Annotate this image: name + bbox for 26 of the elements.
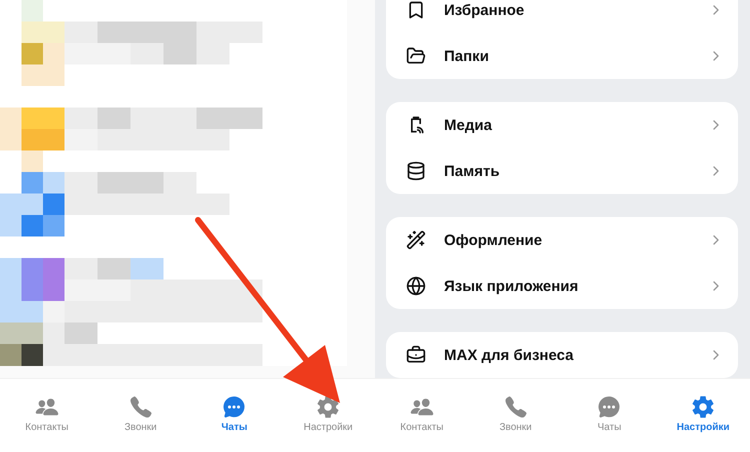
settings-item[interactable]: Медиа (444, 116, 690, 134)
tab[interactable]: Настройки (656, 395, 750, 433)
tab[interactable]: Чаты (188, 395, 282, 433)
tab[interactable]: Контакты (0, 395, 94, 433)
settings-item[interactable]: Язык приложения (444, 278, 690, 294)
globe-icon (406, 276, 426, 296)
tab[interactable]: Настройки (281, 395, 375, 433)
settings-item[interactable]: Память (444, 162, 690, 180)
phone-icon (504, 395, 528, 419)
tab[interactable]: Контакты (375, 395, 469, 433)
phone-icon (128, 395, 153, 419)
tab[interactable]: Чаты (562, 395, 656, 433)
settings-item[interactable]: Избранное (444, 2, 690, 18)
settings-item[interactable]: MAX для бизнеса (444, 346, 690, 364)
briefcase-icon (406, 345, 426, 365)
tab[interactable]: Звонки (94, 395, 188, 433)
settings-icon (691, 395, 716, 419)
settings-icon (316, 395, 340, 419)
chat-bubble-icon (222, 395, 246, 419)
tab[interactable]: Звонки (468, 395, 562, 433)
folder-icon (406, 46, 426, 66)
magic-wand-icon (406, 230, 426, 250)
database-icon (406, 161, 426, 181)
chat-bubble-icon (597, 395, 622, 419)
settings-item[interactable]: Оформление (444, 232, 690, 248)
settings-item[interactable]: Папки (444, 48, 690, 64)
